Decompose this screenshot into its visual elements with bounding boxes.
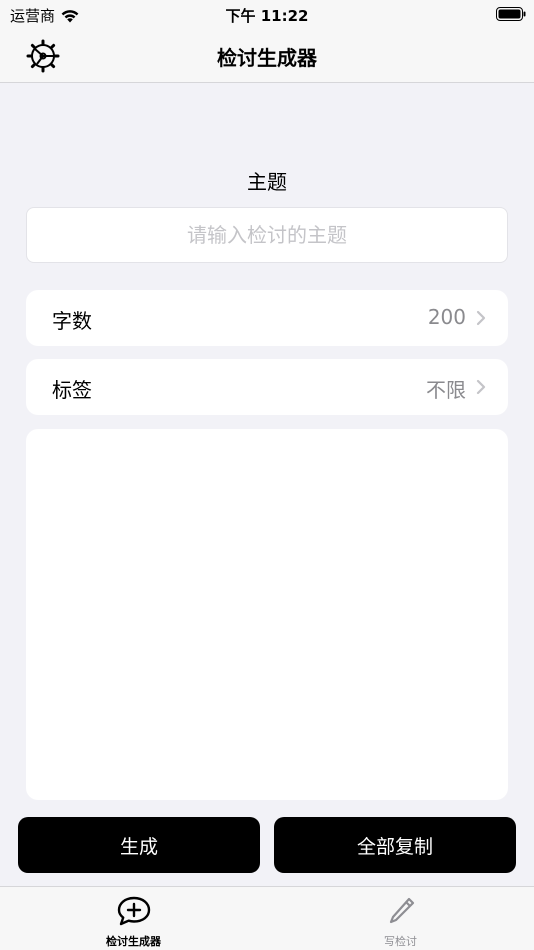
tag-row[interactable]: 标签 不限: [26, 359, 508, 415]
navigation-bar: 检讨生成器: [0, 28, 534, 83]
output-text-area[interactable]: [26, 429, 508, 800]
word-count-label: 字数: [52, 309, 92, 333]
word-count-row[interactable]: 字数 200: [26, 290, 508, 346]
topic-label: 主题: [247, 170, 287, 194]
pencil-icon: [389, 897, 415, 924]
battery-icon: [496, 7, 526, 21]
tab-generator-label: 检讨生成器: [106, 935, 161, 948]
tab-write[interactable]: 写检讨: [267, 887, 534, 950]
tab-generator[interactable]: 检讨生成器: [0, 887, 267, 950]
topic-input[interactable]: [26, 207, 508, 263]
generate-button[interactable]: 生成: [18, 817, 260, 873]
word-count-value: 200: [427, 305, 466, 329]
status-bar: 运营商 下午 11:22: [0, 0, 534, 28]
page-title: 检讨生成器: [217, 46, 317, 70]
status-time: 下午 11:22: [225, 7, 309, 25]
chevron-right-icon: [476, 379, 486, 395]
copy-all-button[interactable]: 全部复制: [274, 817, 516, 873]
chat-plus-icon: [117, 896, 151, 926]
app-screen: 运营商 下午 11:22 检讨生成器 主题 请输入检讨的主题 字数 200 标签…: [0, 0, 534, 950]
tag-label: 标签: [52, 378, 92, 402]
tab-bar: 检讨生成器 写检讨: [0, 886, 534, 950]
tag-value: 不限: [426, 378, 466, 402]
chevron-right-icon: [476, 310, 486, 326]
tab-write-label: 写检讨: [384, 935, 417, 948]
